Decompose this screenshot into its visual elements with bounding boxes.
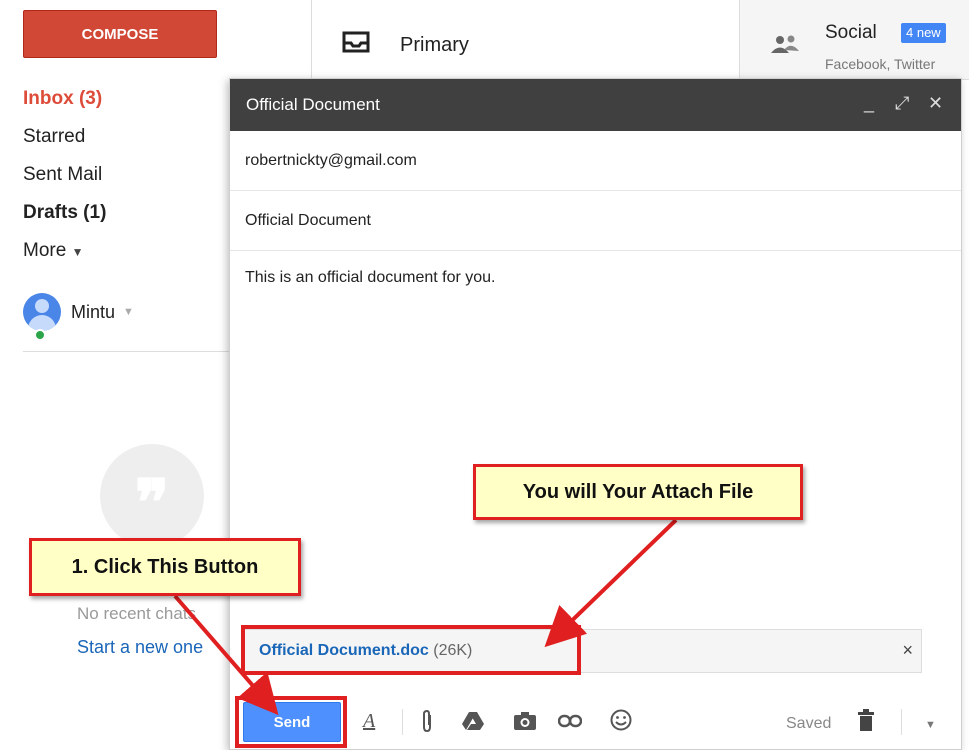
subject-field[interactable]: Official Document [230, 191, 961, 251]
tab-primary-label: Primary [400, 34, 469, 56]
people-icon [771, 35, 799, 53]
inbox-icon [342, 31, 370, 53]
send-highlight-box [235, 696, 347, 748]
minimize-icon[interactable]: _ [864, 93, 874, 114]
close-icon[interactable]: ✕ [928, 93, 943, 114]
drive-icon[interactable] [462, 711, 484, 731]
user-chip[interactable]: Mintu ▼ [23, 293, 134, 331]
compose-header[interactable]: Official Document _ ⤢ ✕ [230, 79, 961, 131]
user-name: Mintu [71, 301, 116, 322]
sidebar-item-starred[interactable]: Starred [23, 118, 233, 156]
toolbar-separator [402, 709, 403, 735]
sidebar-item-more[interactable]: More ▼ [23, 232, 233, 270]
camera-icon[interactable] [513, 711, 537, 731]
expand-icon[interactable]: ⤢ [895, 93, 909, 114]
sidebar-divider [23, 351, 233, 352]
link-icon[interactable] [558, 714, 582, 728]
avatar [23, 293, 61, 331]
click-button-callout: 1. Click This Button [29, 538, 301, 596]
remove-attachment-icon[interactable]: × [902, 640, 913, 661]
to-field-value: robertnickty@gmail.com [245, 152, 417, 169]
compose-title: Official Document [246, 95, 380, 114]
tab-social-label: Social [825, 22, 877, 43]
gmail-window: COMPOSE Inbox (3) Starred Sent Mail Draf… [0, 0, 969, 750]
avatar-head [35, 299, 49, 313]
attachment-highlight-box [241, 625, 581, 675]
no-chats-text: No recent chats [77, 604, 197, 623]
message-body[interactable]: This is an official document for you. [245, 269, 496, 287]
start-new-chat-link[interactable]: Start a new one [77, 637, 203, 658]
sidebar-item-more-label: More [23, 240, 67, 261]
attach-file-callout: You will Your Attach File [473, 464, 803, 520]
subject-field-value: Official Document [245, 212, 371, 229]
hangouts-quote-icon: ❞ [100, 444, 204, 548]
emoji-icon[interactable] [610, 709, 632, 731]
trash-icon[interactable] [857, 709, 875, 731]
toolbar-separator [901, 709, 902, 735]
sidebar-item-drafts[interactable]: Drafts (1) [23, 194, 233, 232]
tab-primary[interactable]: Primary [312, 0, 740, 80]
caret-down-icon: ▼ [123, 306, 134, 318]
sidebar-item-inbox[interactable]: Inbox (3) [23, 80, 233, 118]
online-status-icon [34, 329, 46, 341]
inbox-tabs: Primary Social 4 new Facebook, Twitter [311, 0, 969, 80]
more-options-icon[interactable]: ▼ [925, 713, 936, 737]
sidebar-nav: Inbox (3) Starred Sent Mail Drafts (1) M… [23, 80, 233, 270]
tab-social-subtitle: Facebook, Twitter [825, 56, 936, 72]
sidebar-item-sent-mail[interactable]: Sent Mail [23, 156, 233, 194]
formatting-icon[interactable]: A [363, 709, 375, 733]
caret-down-icon: ▼ [71, 245, 84, 259]
saved-status: Saved [786, 715, 832, 732]
new-count-badge: 4 new [901, 23, 946, 43]
to-field[interactable]: robertnickty@gmail.com [230, 131, 961, 191]
compose-button[interactable]: COMPOSE [23, 10, 217, 58]
paperclip-icon[interactable] [420, 709, 434, 733]
